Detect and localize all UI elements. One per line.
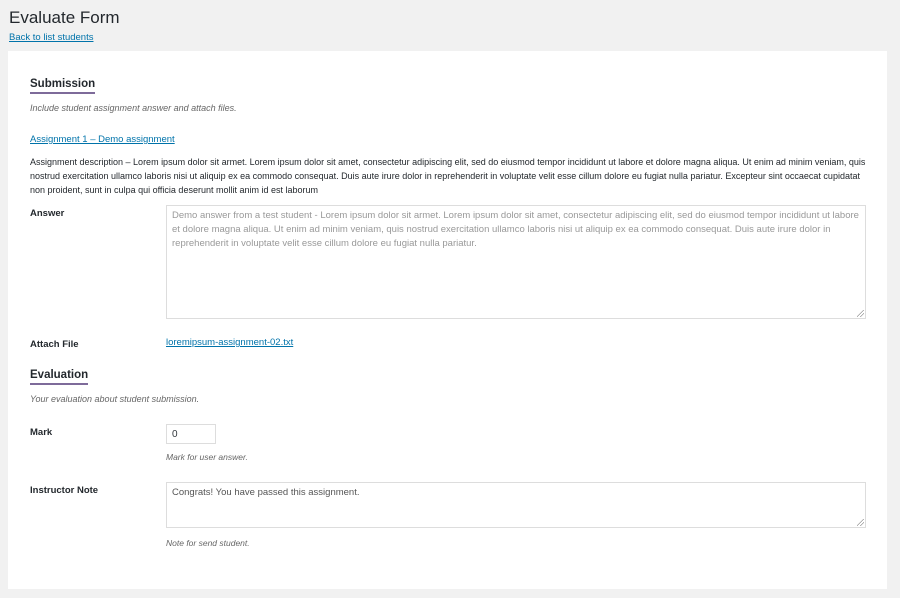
instructor-note-text: Congrats! You have passed this assignmen… — [172, 487, 360, 498]
mark-hint: Mark for user answer. — [166, 452, 248, 462]
answer-text: Demo answer from a test student - Lorem … — [172, 210, 859, 249]
answer-textarea[interactable]: Demo answer from a test student - Lorem … — [166, 205, 866, 319]
resize-handle-icon[interactable] — [857, 519, 864, 526]
resize-handle-icon[interactable] — [857, 310, 864, 317]
submission-description: Include student assignment answer and at… — [30, 103, 237, 113]
submission-heading: Submission — [30, 78, 96, 94]
evaluate-form-panel: Submission Include student assignment an… — [8, 51, 887, 589]
page-title: Evaluate Form — [9, 8, 120, 27]
instructor-note-textarea[interactable]: Congrats! You have passed this assignmen… — [166, 482, 866, 528]
answer-label: Answer — [30, 208, 65, 219]
assignment-link[interactable]: Assignment 1 – Demo assignment — [30, 134, 175, 145]
mark-input[interactable] — [166, 424, 216, 444]
evaluation-description: Your evaluation about student submission… — [30, 394, 200, 404]
attached-file-link[interactable]: loremipsum-assignment-02.txt — [166, 337, 293, 348]
back-to-list-link[interactable]: Back to list students — [9, 32, 93, 43]
assignment-description: Assignment description – Lorem ipsum dol… — [30, 157, 866, 195]
instructor-note-label: Instructor Note — [30, 485, 99, 496]
mark-label: Mark — [30, 427, 53, 438]
instructor-note-hint: Note for send student. — [166, 538, 250, 548]
evaluation-heading: Evaluation — [30, 369, 89, 385]
attach-file-label: Attach File — [30, 339, 79, 350]
